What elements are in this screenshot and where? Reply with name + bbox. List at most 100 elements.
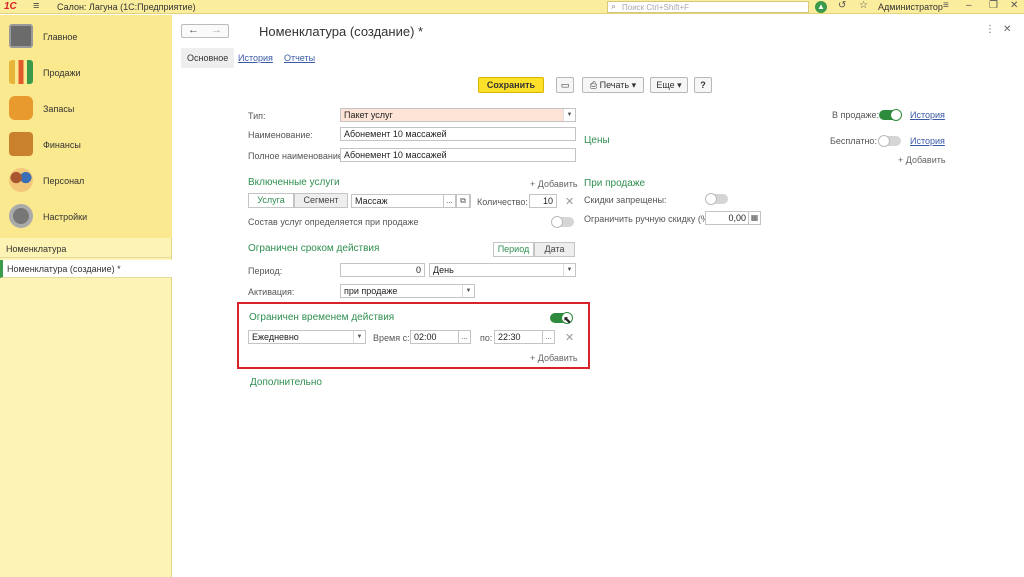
nav-item-staff[interactable]: Персонал <box>0 162 172 198</box>
additional-title[interactable]: Дополнительно <box>250 377 322 388</box>
chevron-down-icon[interactable]: ▼ <box>462 285 474 297</box>
seg-date[interactable]: Дата <box>534 242 575 257</box>
tab-history[interactable]: История <box>238 48 273 68</box>
to-time-label: по: <box>480 333 493 343</box>
to-time-select-button[interactable]: ... <box>542 330 555 344</box>
time-add-link[interactable]: + Добавить <box>530 353 578 363</box>
calculator-icon[interactable]: ▦ <box>748 211 761 225</box>
close-app-icon[interactable]: ✕ <box>1010 0 1018 11</box>
opened-window-label: Номенклатура (создание) * <box>7 264 121 274</box>
search-box[interactable]: ⌕ Поиск Ctrl+Shift+F <box>607 1 809 13</box>
on-sale-history-link[interactable]: История <box>910 110 945 120</box>
activation-select[interactable]: при продаже ▼ <box>340 284 475 298</box>
included-add-link[interactable]: + Добавить <box>530 179 578 189</box>
fullname-input[interactable]: Абонемент 10 массажей <box>340 148 576 162</box>
limit-time-title: Ограничен временем действия <box>249 312 395 323</box>
toggle-knob <box>878 135 890 147</box>
more-label: Еще <box>656 80 675 90</box>
stock-icon <box>9 96 33 120</box>
nav-item-settings[interactable]: Настройки <box>0 198 172 234</box>
tab-main[interactable]: Основное <box>181 48 235 68</box>
remove-time-icon[interactable]: ✕ <box>565 331 574 344</box>
tab-reports[interactable]: Отчеты <box>284 48 315 68</box>
type-select[interactable]: Пакет услуг ▼ <box>340 108 576 122</box>
user-name[interactable]: Администратор <box>878 2 943 12</box>
nav-label: Финансы <box>43 140 81 150</box>
activation-label: Активация: <box>248 287 295 297</box>
prices-title: Цены <box>584 135 610 146</box>
opened-window-nomenclature-create[interactable]: Номенклатура (создание) * <box>0 260 172 278</box>
back-arrow-icon[interactable]: ← <box>188 24 199 36</box>
help-button[interactable]: ? <box>694 77 712 93</box>
nav-label: Запасы <box>43 104 75 114</box>
discounts-forbidden-toggle[interactable] <box>705 193 728 205</box>
notifications-icon[interactable]: ▲ <box>815 1 827 13</box>
nav-item-finance[interactable]: Финансы <box>0 126 172 162</box>
nav-item-stock[interactable]: Запасы <box>0 90 172 126</box>
form-more-icon[interactable]: ⋮ <box>985 24 995 35</box>
frequency-select[interactable]: Ежедневно ▼ <box>248 330 366 344</box>
forward-arrow-icon[interactable]: → <box>211 24 222 36</box>
settings-menu-icon[interactable]: ≡ <box>943 0 949 11</box>
seg-period[interactable]: Период <box>493 242 534 257</box>
from-time-select-button[interactable]: ... <box>458 330 471 344</box>
period-unit-select[interactable]: День ▼ <box>429 263 576 277</box>
type-value: Пакет услуг <box>344 110 393 120</box>
form-title: Номенклатура (создание) * <box>259 24 424 39</box>
minimize-icon[interactable]: – <box>966 0 972 11</box>
period-input[interactable]: 0 <box>340 263 425 277</box>
nav-item-main[interactable]: Главное <box>0 18 172 54</box>
service-select-button[interactable]: ... <box>443 194 456 208</box>
finance-icon <box>9 132 33 156</box>
nav-label: Настройки <box>43 212 88 222</box>
history-icon[interactable]: ↺ <box>838 0 846 11</box>
nav-item-sales[interactable]: Продажи <box>0 54 172 90</box>
top-bar: 1С ≡ Салон: Лагуна (1С:Предприятие) ⌕ По… <box>0 0 1024 14</box>
search-icon: ⌕ <box>611 1 617 11</box>
print-button[interactable]: ⎙ Печать ▾ <box>582 77 644 93</box>
form-close-icon[interactable]: ✕ <box>1003 24 1011 35</box>
qty-input[interactable]: 10 <box>529 194 557 208</box>
open-link-icon[interactable]: ⧉ <box>456 194 470 208</box>
nav-label: Главное <box>43 32 78 42</box>
chevron-down-icon[interactable]: ▼ <box>563 109 575 121</box>
frequency-value: Ежедневно <box>252 332 299 342</box>
settings-icon <box>9 204 33 228</box>
opened-window-label: Номенклатура <box>6 244 67 254</box>
chevron-down-icon[interactable]: ▼ <box>353 331 365 343</box>
save-button[interactable]: Сохранить <box>478 77 544 93</box>
document-icon: ▭ <box>560 80 570 90</box>
chevron-down-icon[interactable]: ▼ <box>563 264 575 276</box>
activation-value: при продаже <box>344 286 398 296</box>
from-time-value: 02:00 <box>414 332 437 342</box>
favorites-star-icon[interactable]: ☆ <box>859 0 868 11</box>
composition-toggle[interactable] <box>551 216 574 228</box>
sales-icon <box>9 60 33 84</box>
more-button[interactable]: Еще ▾ <box>650 77 688 93</box>
prices-add-link[interactable]: + Добавить <box>898 155 946 165</box>
mouse-cursor-icon: ⬉ <box>563 315 572 326</box>
opened-window-nomenclature[interactable]: Номенклатура <box>0 240 172 258</box>
composition-label: Состав услуг определяется при продаже <box>248 217 419 227</box>
limit-period-title: Ограничен сроком действия <box>248 243 380 254</box>
seg-service[interactable]: Услуга <box>248 193 294 208</box>
on-sale-toggle[interactable] <box>879 109 902 121</box>
included-services-title: Включенные услуги <box>248 177 340 188</box>
app-title: Салон: Лагуна (1С:Предприятие) <box>57 2 196 12</box>
discounts-forbidden-label: Скидки запрещены: <box>584 195 667 205</box>
remove-service-icon[interactable]: ✕ <box>565 195 574 208</box>
qty-label: Количество: <box>477 197 528 207</box>
maximize-icon[interactable]: ❐ <box>989 0 998 11</box>
toggle-knob <box>890 109 902 121</box>
chevron-down-icon: ▾ <box>674 80 682 90</box>
free-toggle[interactable] <box>878 135 901 147</box>
name-input[interactable]: Абонемент 10 массажей <box>340 127 576 141</box>
free-history-link[interactable]: История <box>910 136 945 146</box>
staff-icon <box>9 168 33 192</box>
to-time-value: 22:30 <box>498 332 521 342</box>
attach-button[interactable]: ▭ <box>556 77 574 93</box>
limit-discount-input[interactable]: 0,00 <box>705 211 750 225</box>
menu-icon[interactable]: ≡ <box>33 0 39 12</box>
seg-segment[interactable]: Сегмент <box>294 193 348 208</box>
toggle-knob <box>705 193 717 205</box>
